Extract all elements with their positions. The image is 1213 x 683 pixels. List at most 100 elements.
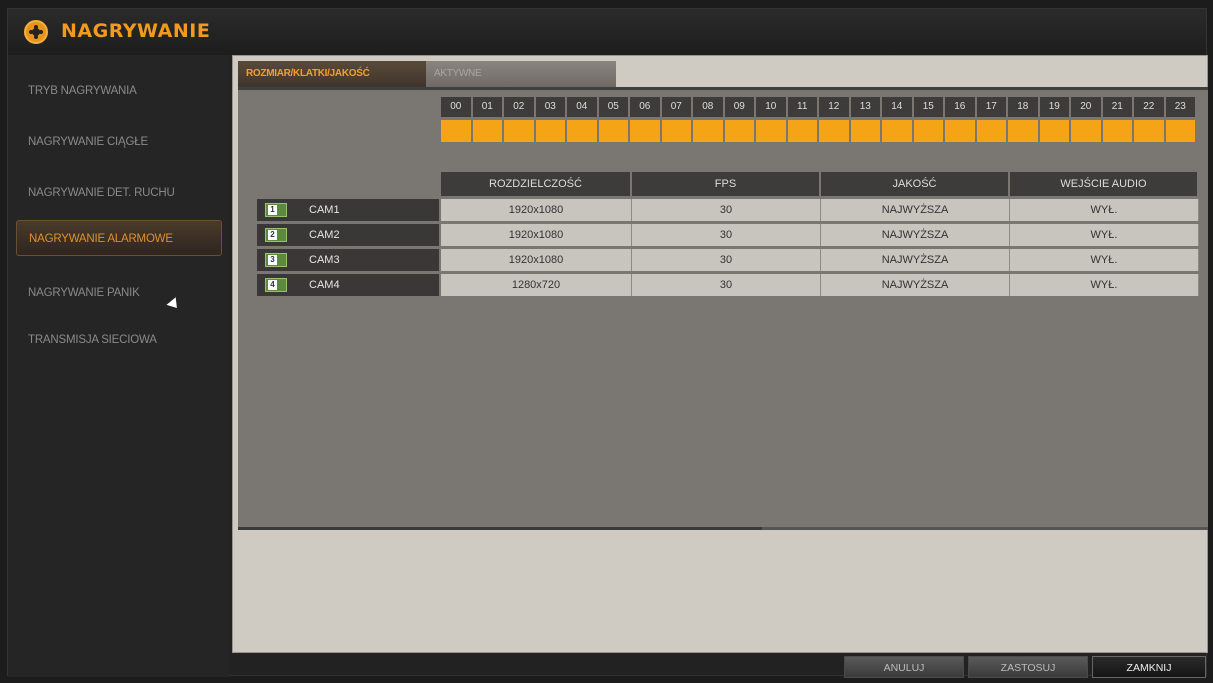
hour-label: 21 xyxy=(1102,97,1132,117)
camera-icon: 3 xyxy=(265,253,287,267)
hour-label: 09 xyxy=(724,97,754,117)
sidebar-item-network[interactable]: TRANSMISJA SIECIOWA xyxy=(16,322,222,358)
cancel-button[interactable]: ANULUJ xyxy=(844,656,964,678)
hour-label: 07 xyxy=(661,97,691,117)
hour-schedule-slot[interactable] xyxy=(787,120,817,142)
hour-schedule-slot[interactable] xyxy=(1039,120,1069,142)
hour-label: 01 xyxy=(472,97,502,117)
hour-schedule-slot[interactable] xyxy=(1102,120,1132,142)
hour-schedule-slot[interactable] xyxy=(504,120,534,142)
quality-cell[interactable]: NAJWYŻSZA xyxy=(821,249,1010,271)
hour-schedule-slot[interactable] xyxy=(1071,120,1101,142)
hour-label: 05 xyxy=(598,97,628,117)
resolution-cell[interactable]: 1920x1080 xyxy=(441,199,632,221)
audio-cell[interactable]: WYŁ. xyxy=(1010,199,1199,221)
header-quality: JAKOŚĆ xyxy=(821,172,1008,196)
resolution-cell[interactable]: 1920x1080 xyxy=(441,249,632,271)
hour-schedule-slot[interactable] xyxy=(1134,120,1164,142)
audio-cell[interactable]: WYŁ. xyxy=(1010,249,1199,271)
quality-cell[interactable]: NAJWYŻSZA xyxy=(821,199,1010,221)
fps-cell[interactable]: 30 xyxy=(632,274,821,296)
hour-label: 20 xyxy=(1071,97,1101,117)
page-title: NAGRYWANIE xyxy=(61,20,211,42)
hour-label: 23 xyxy=(1165,97,1195,117)
camera-label: 4 CAM4 xyxy=(257,274,439,296)
tab-size-frames-quality[interactable]: ROZMIAR/KLATKI/JAKOŚĆ xyxy=(238,61,426,87)
audio-cell[interactable]: WYŁ. xyxy=(1010,274,1199,296)
camera-number: 2 xyxy=(268,230,277,240)
hour-label: 13 xyxy=(850,97,880,117)
camera-label: 3 CAM3 xyxy=(257,249,439,271)
sidebar: TRYB NAGRYWANIA NAGRYWANIE CIĄGŁE NAGRYW… xyxy=(8,55,230,677)
audio-cell[interactable]: WYŁ. xyxy=(1010,224,1199,246)
hour-label: 02 xyxy=(504,97,534,117)
tab-active[interactable]: AKTYWNE xyxy=(426,61,616,87)
scrollbar-thumb[interactable] xyxy=(238,527,762,530)
hour-label: 06 xyxy=(630,97,660,117)
resolution-cell[interactable]: 1280x720 xyxy=(441,274,632,296)
sidebar-item-motion[interactable]: NAGRYWANIE DET. RUCHU xyxy=(16,175,222,211)
hour-label: 12 xyxy=(819,97,849,117)
hour-schedule-slot[interactable] xyxy=(882,120,912,142)
header-resolution: ROZDZIELCZOŚĆ xyxy=(441,172,630,196)
hour-schedule-slot[interactable] xyxy=(850,120,880,142)
camera-number: 3 xyxy=(268,255,277,265)
hour-schedule-slot[interactable] xyxy=(598,120,628,142)
hour-schedule-slot[interactable] xyxy=(945,120,975,142)
hour-label: 18 xyxy=(1008,97,1038,117)
hour-label: 15 xyxy=(913,97,943,117)
hour-schedule-slot[interactable] xyxy=(1165,120,1195,142)
fps-cell[interactable]: 30 xyxy=(632,224,821,246)
camera-name: CAM3 xyxy=(309,254,340,266)
hour-label: 03 xyxy=(535,97,565,117)
close-button[interactable]: ZAMKNIJ xyxy=(1092,656,1206,678)
hour-schedule-slot[interactable] xyxy=(661,120,691,142)
camera-number: 1 xyxy=(268,205,277,215)
hour-schedule-slot[interactable] xyxy=(756,120,786,142)
camera-name: CAM4 xyxy=(309,279,340,291)
main-panel: ROZMIAR/KLATKI/JAKOŚĆ AKTYWNE 00 01 02 03 04… xyxy=(232,55,1208,653)
hour-schedule-slot[interactable] xyxy=(441,120,471,142)
hour-schedule-slot[interactable] xyxy=(1008,120,1038,142)
fps-cell[interactable]: 30 xyxy=(632,249,821,271)
recording-window: NAGRYWANIE TRYB NAGRYWANIA NAGRYWANIE CI… xyxy=(7,8,1208,678)
hour-schedule-slot[interactable] xyxy=(567,120,597,142)
film-reel-icon xyxy=(24,20,48,44)
hour-schedule-slot[interactable] xyxy=(630,120,660,142)
camera-icon: 1 xyxy=(265,203,287,217)
hour-schedule-slot[interactable] xyxy=(724,120,754,142)
hour-label: 22 xyxy=(1134,97,1164,117)
hour-label: 14 xyxy=(882,97,912,117)
sidebar-item-recording-mode[interactable]: TRYB NAGRYWANIA xyxy=(16,73,222,109)
camera-label: 2 CAM2 xyxy=(257,224,439,246)
camera-name: CAM2 xyxy=(309,229,340,241)
apply-button[interactable]: ZASTOSUJ xyxy=(968,656,1088,678)
camera-label: 1 CAM1 xyxy=(257,199,439,221)
sidebar-item-panic[interactable]: NAGRYWANIE PANIK xyxy=(16,275,222,311)
header: NAGRYWANIE xyxy=(8,9,1206,55)
hour-schedule-slot[interactable] xyxy=(535,120,565,142)
hour-schedule-slot[interactable] xyxy=(913,120,943,142)
sidebar-item-alarm[interactable]: NAGRYWANIE ALARMOWE xyxy=(16,220,222,256)
hour-label: 16 xyxy=(945,97,975,117)
hour-schedule-slot[interactable] xyxy=(472,120,502,142)
sidebar-item-continuous[interactable]: NAGRYWANIE CIĄGŁE xyxy=(16,124,222,160)
hour-label: 08 xyxy=(693,97,723,117)
resolution-cell[interactable]: 1920x1080 xyxy=(441,224,632,246)
quality-cell[interactable]: NAJWYŻSZA xyxy=(821,274,1010,296)
camera-name: CAM1 xyxy=(309,204,340,216)
hour-label: 11 xyxy=(787,97,817,117)
quality-cell[interactable]: NAJWYŻSZA xyxy=(821,224,1010,246)
camera-icon: 2 xyxy=(265,228,287,242)
hour-label: 19 xyxy=(1039,97,1069,117)
hour-label: 04 xyxy=(567,97,597,117)
hour-schedule-slot[interactable] xyxy=(819,120,849,142)
hour-label: 00 xyxy=(441,97,471,117)
hour-schedule-slot[interactable] xyxy=(693,120,723,142)
hour-label: 10 xyxy=(756,97,786,117)
header-audio-input: WEJŚCIE AUDIO xyxy=(1010,172,1197,196)
header-fps: FPS xyxy=(632,172,819,196)
hour-label: 17 xyxy=(976,97,1006,117)
fps-cell[interactable]: 30 xyxy=(632,199,821,221)
hour-schedule-slot[interactable] xyxy=(976,120,1006,142)
